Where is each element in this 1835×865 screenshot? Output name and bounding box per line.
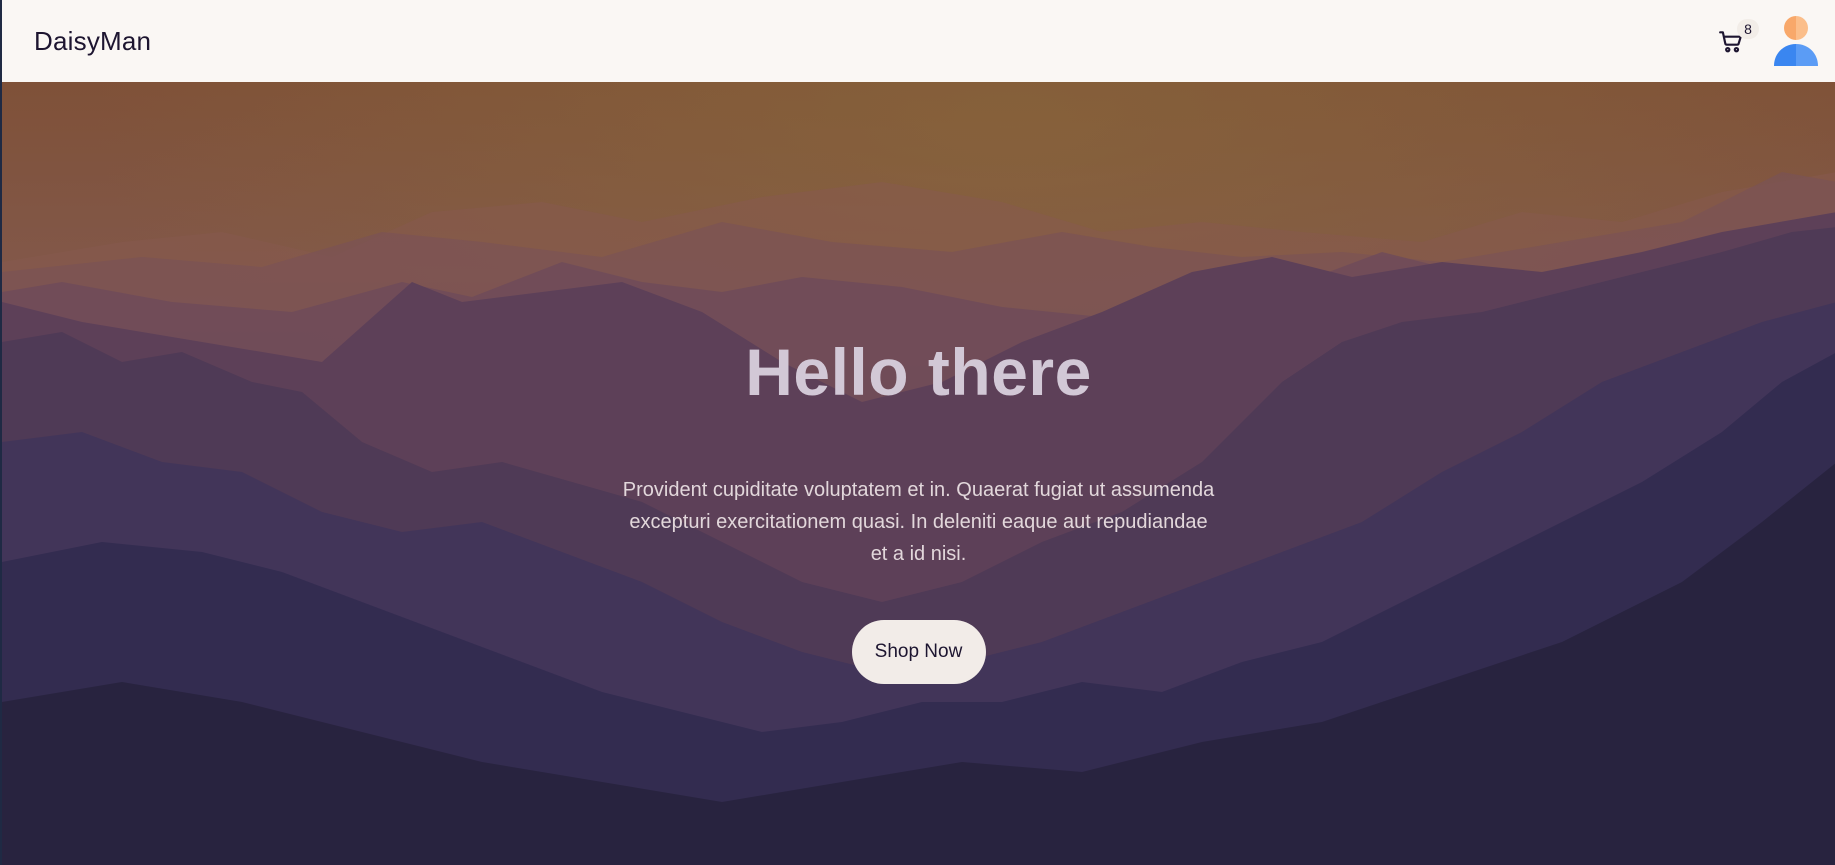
user-avatar[interactable] [1773, 14, 1819, 68]
hero-content: Hello there Provident cupiditate volupta… [2, 82, 1835, 865]
cart-count-badge: 8 [1737, 19, 1759, 39]
user-avatar-icon [1774, 16, 1818, 66]
cart-button[interactable]: 8 [1711, 19, 1759, 61]
shop-now-button[interactable]: Shop Now [851, 620, 986, 685]
navbar-actions: 8 [1711, 14, 1819, 68]
hero-section: Hello there Provident cupiditate volupta… [0, 82, 1835, 865]
hero-title: Hello there [745, 335, 1092, 409]
brand-logo[interactable]: DaisyMan [34, 26, 151, 57]
navbar: DaisyMan 8 [0, 0, 1835, 82]
hero-description: Provident cupiditate voluptatem et in. Q… [622, 479, 1215, 566]
